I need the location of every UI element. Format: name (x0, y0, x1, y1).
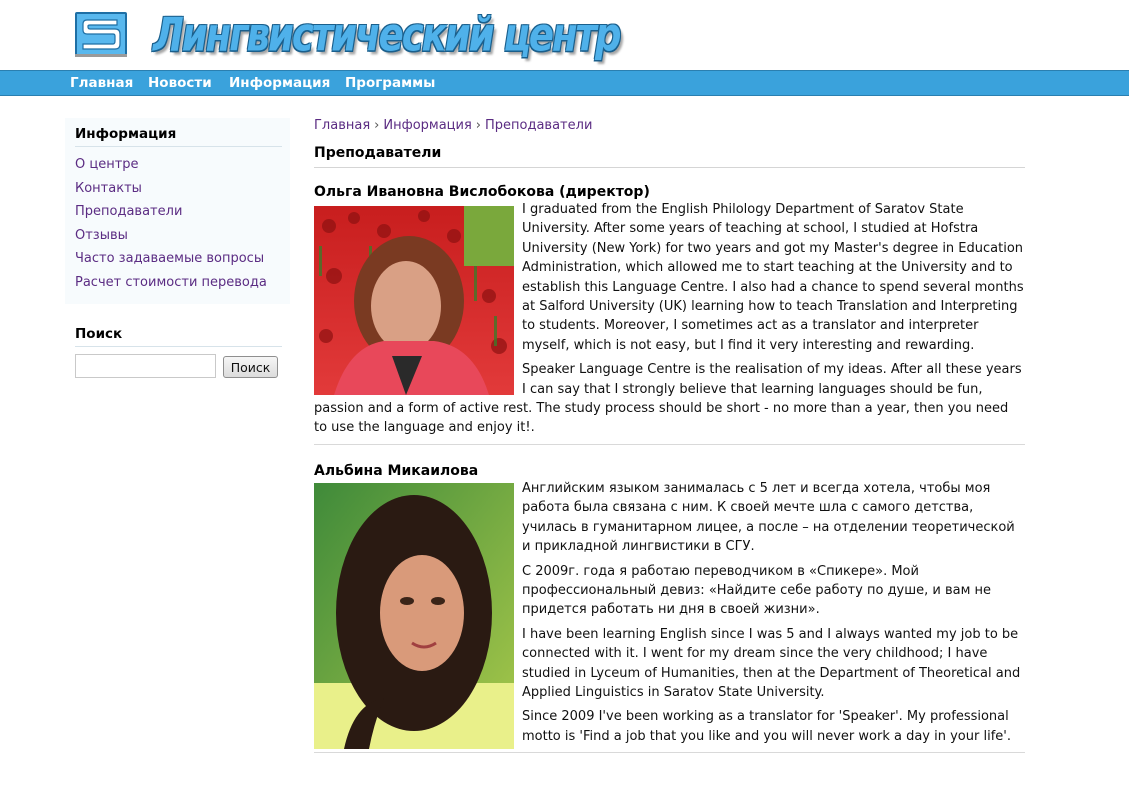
logo-icon[interactable] (73, 10, 129, 58)
breadcrumb-home[interactable]: Главная (314, 118, 370, 133)
sidebar-link-reviews[interactable]: Отзывы (75, 224, 282, 248)
sidebar-info-heading: Информация (75, 126, 282, 147)
teacher-card: Ольга Ивановна Вислобокова (директор) I … (314, 184, 1025, 445)
nav-item-news[interactable]: Новости (148, 75, 212, 91)
teacher-photo (314, 482, 514, 749)
sidebar-link-price-calc[interactable]: Расчет стоимости перевода (75, 271, 282, 295)
teacher-photo (314, 206, 514, 395)
search-row: Поиск (75, 353, 282, 381)
sidebar-info-block: Информация О центре Контакты Преподавате… (65, 118, 290, 304)
search-input[interactable] (75, 354, 216, 378)
sidebar-link-teachers[interactable]: Преподаватели (75, 200, 282, 224)
nav-item-home[interactable]: Главная (70, 75, 133, 91)
sidebar-link-about[interactable]: О центре (75, 153, 282, 177)
teacher-name: Ольга Ивановна Вислобокова (директор) (314, 184, 650, 200)
search-button[interactable]: Поиск (223, 356, 278, 378)
nav-item-info[interactable]: Информация (229, 75, 330, 91)
teacher-card: Альбина Микаилова Английским языком зани… (314, 462, 1025, 754)
breadcrumb: Главная › Информация › Преподаватели (314, 118, 1025, 133)
breadcrumb-separator: › (475, 118, 481, 133)
breadcrumb-current[interactable]: Преподаватели (485, 118, 592, 133)
breadcrumb-separator: › (374, 118, 380, 133)
site-title[interactable]: Лингвистический центр (153, 8, 621, 62)
breadcrumb-info[interactable]: Информация (383, 118, 471, 133)
main-nav: Главная Новости Информация Программы (0, 70, 1129, 96)
teacher-name: Альбина Микаилова (314, 462, 479, 479)
sidebar-link-faq[interactable]: Часто задаваемые вопросы (75, 247, 282, 271)
sidebar-search-block: Поиск Поиск (65, 322, 290, 387)
page-title: Преподаватели (314, 145, 1025, 168)
nav-item-programs[interactable]: Программы (345, 75, 435, 91)
sidebar: Информация О центре Контакты Преподавате… (65, 118, 290, 387)
sidebar-link-contacts[interactable]: Контакты (75, 177, 282, 201)
sidebar-search-heading: Поиск (75, 326, 282, 347)
site-header: Лингвистический центр (0, 0, 1129, 70)
main-content: Главная › Информация › Преподаватели Препода… (314, 118, 1025, 754)
